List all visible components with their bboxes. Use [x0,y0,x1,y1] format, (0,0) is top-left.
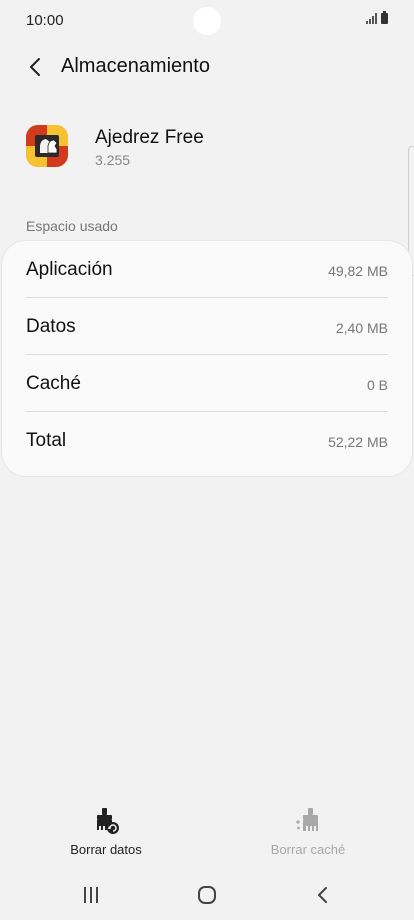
page-title: Almacenamiento [61,55,210,77]
clear-data-label: Borrar datos [70,842,142,857]
recent-apps-icon [84,887,98,903]
header: Almacenamiento [0,50,414,84]
chess-app-icon [26,125,68,167]
clear-cache-label: Borrar caché [270,842,346,857]
storage-row-cache: Caché 0 B [26,355,388,412]
status-bar: 10:00 [0,0,414,40]
storage-card: Aplicación 49,82 MB Datos 2,40 MB Caché … [2,241,412,476]
row-value: 2,40 MB [335,320,388,336]
home-icon [198,886,216,904]
app-name: Ajedrez Free [95,127,204,148]
row-value: 49,82 MB [328,263,388,279]
back-icon [318,887,327,903]
home-button[interactable] [187,880,227,910]
screen: 10:00 Almacenamiento Ajedrez Free 3.255 … [0,0,414,920]
broom-clear-data-icon [97,808,119,834]
row-label: Aplicación [26,259,113,280]
bottom-actions: Borrar datos Borrar caché [0,806,414,866]
signal-icon [366,13,377,24]
nav-bar [0,870,414,920]
broom-clear-cache-icon [296,808,318,831]
battery-icon [381,11,388,24]
recent-apps-button[interactable] [71,880,111,910]
clear-cache-button[interactable]: Borrar caché [238,806,378,857]
status-icons [366,11,388,24]
row-label: Caché [26,373,81,394]
app-info: Ajedrez Free 3.255 [0,122,414,182]
storage-row-data: Datos 2,40 MB [26,298,388,355]
status-time: 10:00 [26,12,64,29]
row-label: Total [26,430,67,451]
app-version: 3.255 [95,152,131,168]
storage-row-total: Total 52,22 MB [26,412,388,469]
back-button[interactable] [20,52,50,82]
row-label: Datos [26,316,76,337]
clear-data-button[interactable]: Borrar datos [36,806,176,857]
chevron-left-icon [30,58,40,76]
nav-back-button[interactable] [302,880,342,910]
row-value: 0 B [366,377,388,393]
camera-cutout [193,7,221,35]
section-label: Espacio usado [26,218,118,234]
row-value: 52,22 MB [328,434,388,450]
storage-row-application: Aplicación 49,82 MB [26,241,388,298]
